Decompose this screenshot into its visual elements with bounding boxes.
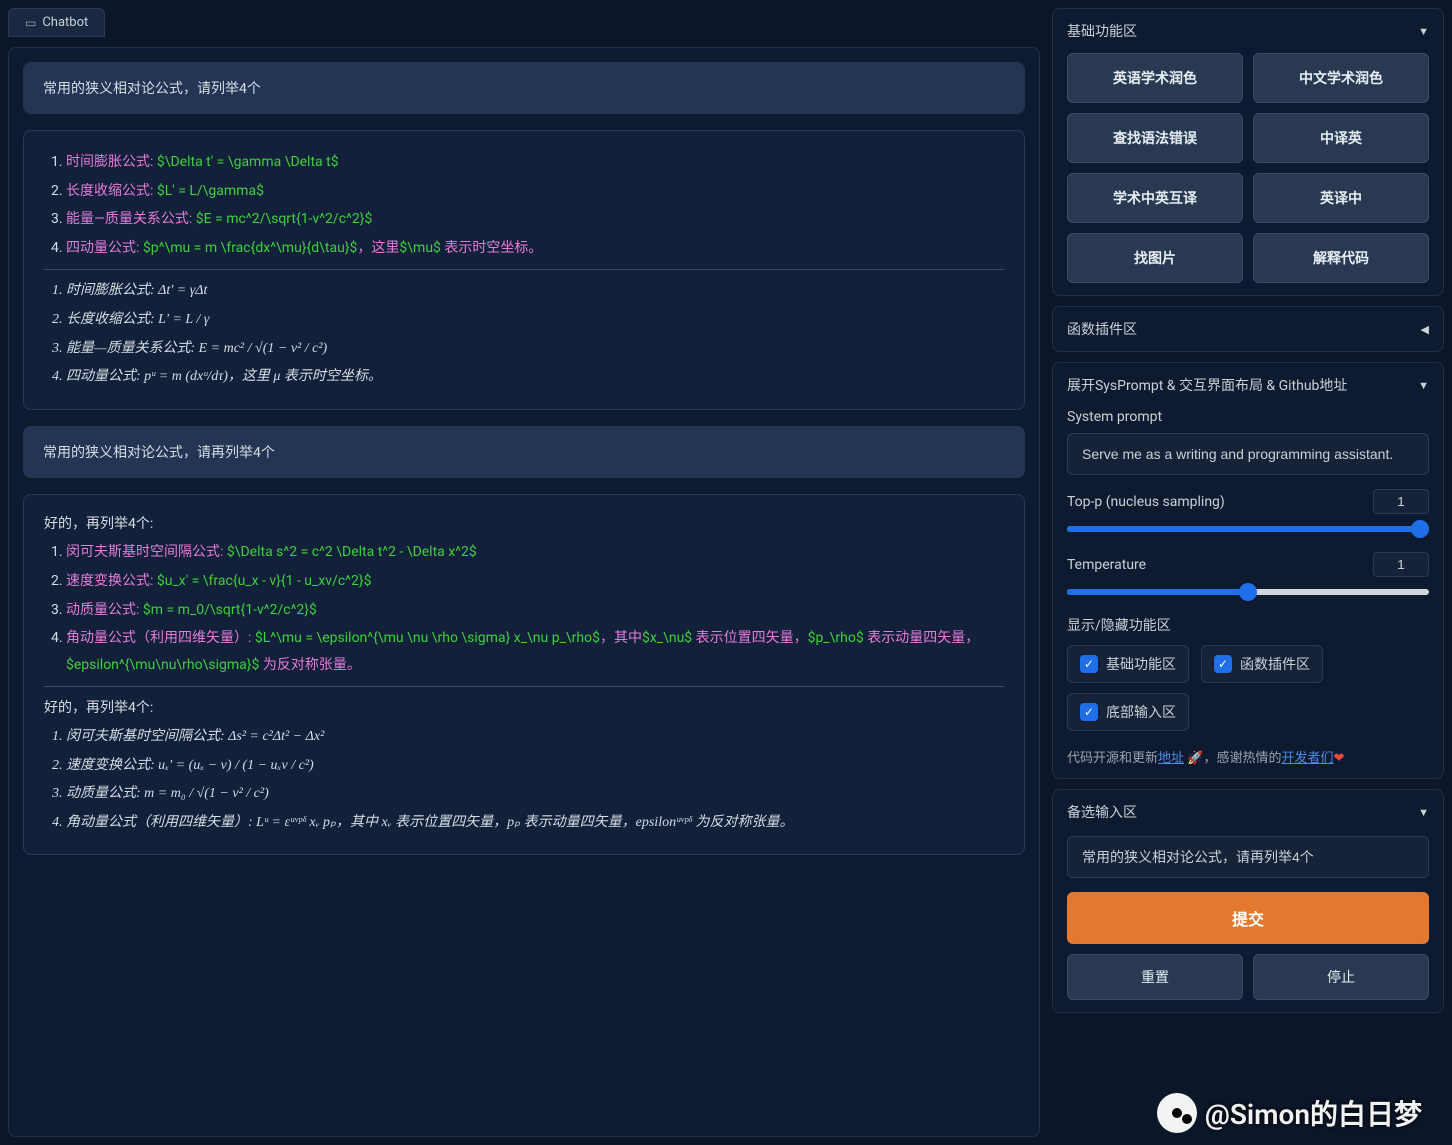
divider (44, 269, 1004, 270)
stop-button[interactable]: 停止 (1253, 954, 1429, 1000)
toggle-input[interactable]: ✓ 底部输入区 (1067, 693, 1189, 731)
toggle-basic[interactable]: ✓ 基础功能区 (1067, 645, 1189, 683)
chevron-down-icon: ▼ (1418, 379, 1429, 392)
panel-input: 备选输入区 ▼ 提交 重置 停止 (1052, 789, 1444, 1013)
chevron-left-icon: ◀ (1421, 323, 1429, 336)
divider (44, 686, 1004, 687)
fn-button[interactable]: 查找语法错误 (1067, 113, 1243, 163)
panel-basic: 基础功能区 ▼ 英语学术润色 中文学术润色 查找语法错误 中译英 学术中英互译 … (1052, 8, 1444, 296)
sysprompt-label: System prompt (1067, 409, 1429, 425)
panel-title: 基础功能区 (1067, 21, 1137, 41)
topp-slider[interactable] (1067, 520, 1429, 538)
credits-line: 代码开源和更新地址 🚀，感谢热情的开发者们❤ (1067, 747, 1429, 766)
toggle-title: 显示/隐藏功能区 (1067, 615, 1429, 635)
chat-area[interactable]: 常用的狭义相对论公式，请列举4个 时间膨胀公式: $\Delta t' = \g… (8, 47, 1040, 1137)
panel-header-plugins[interactable]: 函数插件区 ◀ (1067, 319, 1429, 339)
temperature-slider[interactable] (1067, 583, 1429, 601)
tab-chatbot[interactable]: ▭ Chatbot (8, 8, 105, 37)
chat-icon: ▭ (25, 16, 36, 30)
topp-label: Top-p (nucleus sampling) (1067, 494, 1225, 510)
temperature-value[interactable] (1373, 552, 1429, 577)
user-message: 常用的狭义相对论公式，请再列举4个 (23, 426, 1025, 478)
sysprompt-input[interactable] (1067, 433, 1429, 475)
fn-button[interactable]: 解释代码 (1253, 233, 1429, 283)
devs-link[interactable]: 开发者们 (1281, 751, 1333, 766)
submit-button[interactable]: 提交 (1067, 892, 1429, 944)
panel-advanced: 展开SysPrompt & 交互界面布局 & Github地址 ▼ System… (1052, 362, 1444, 779)
user-message: 常用的狭义相对论公式，请列举4个 (23, 62, 1025, 114)
fn-button[interactable]: 找图片 (1067, 233, 1243, 283)
tab-bar: ▭ Chatbot (8, 8, 1040, 37)
panel-title: 备选输入区 (1067, 802, 1137, 822)
heart-icon: ❤ (1333, 751, 1344, 766)
panel-header-input[interactable]: 备选输入区 ▼ (1067, 802, 1429, 822)
checkbox-checked-icon: ✓ (1080, 703, 1098, 721)
tab-label: Chatbot (42, 15, 88, 30)
checkbox-checked-icon: ✓ (1214, 655, 1232, 673)
panel-header-basic[interactable]: 基础功能区 ▼ (1067, 21, 1429, 41)
fn-button[interactable]: 学术中英互译 (1067, 173, 1243, 223)
panel-title: 展开SysPrompt & 交互界面布局 & Github地址 (1067, 375, 1347, 395)
fn-button[interactable]: 中文学术润色 (1253, 53, 1429, 103)
repo-link[interactable]: 地址 (1158, 751, 1184, 766)
topp-value[interactable] (1373, 489, 1429, 514)
chevron-down-icon: ▼ (1418, 25, 1429, 38)
fn-button[interactable]: 英语学术润色 (1067, 53, 1243, 103)
bot-message: 好的，再列举4个: 闵可夫斯基时空间隔公式: $\Delta s^2 = c^2… (23, 494, 1025, 856)
checkbox-checked-icon: ✓ (1080, 655, 1098, 673)
bot-message: 时间膨胀公式: $\Delta t' = \gamma \Delta t$ 长度… (23, 130, 1025, 410)
panel-header-advanced[interactable]: 展开SysPrompt & 交互界面布局 & Github地址 ▼ (1067, 375, 1429, 395)
rocket-icon: 🚀 (1187, 751, 1203, 766)
panel-title: 函数插件区 (1067, 319, 1137, 339)
panel-plugins: 函数插件区 ◀ (1052, 306, 1444, 352)
user-text: 常用的狭义相对论公式，请再列举4个 (43, 445, 275, 461)
slider-thumb[interactable] (1239, 583, 1257, 601)
prompt-input[interactable] (1067, 836, 1429, 878)
toggle-plugins[interactable]: ✓ 函数插件区 (1201, 645, 1323, 683)
fn-button[interactable]: 英译中 (1253, 173, 1429, 223)
reset-button[interactable]: 重置 (1067, 954, 1243, 1000)
chevron-down-icon: ▼ (1418, 806, 1429, 819)
temperature-label: Temperature (1067, 557, 1146, 573)
slider-thumb[interactable] (1411, 520, 1429, 538)
user-text: 常用的狭义相对论公式，请列举4个 (43, 81, 261, 97)
fn-button[interactable]: 中译英 (1253, 113, 1429, 163)
